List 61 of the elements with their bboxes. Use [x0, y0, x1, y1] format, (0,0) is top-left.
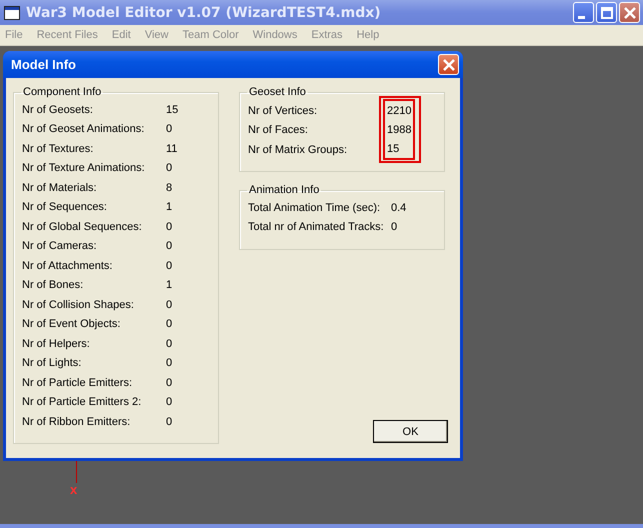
- field-label: Nr of Vertices:: [248, 104, 318, 117]
- minimize-button[interactable]: [573, 2, 594, 23]
- field-value: 0: [166, 376, 172, 389]
- field-value: 1: [166, 201, 172, 214]
- field-value: 0: [166, 357, 172, 370]
- field-value: 15: [166, 104, 178, 116]
- minimize-icon: [578, 16, 584, 18]
- field-label: Nr of Materials:: [22, 182, 98, 194]
- dialog-title: Model Info: [11, 57, 76, 72]
- field-value: 8: [166, 182, 172, 194]
- field-label: Nr of Lights:: [22, 357, 82, 370]
- field-value: 1988: [387, 124, 412, 136]
- field-value: 11: [166, 142, 178, 155]
- field-label: Nr of Helpers:: [22, 338, 91, 350]
- field-value: 0: [166, 240, 172, 252]
- field-label: Nr of Texture Animations:: [22, 162, 146, 174]
- field-label: Total nr of Animated Tracks:: [248, 221, 385, 234]
- field-value: 0: [166, 260, 172, 272]
- group-title: Animation Info: [248, 184, 320, 196]
- close-icon: [624, 6, 636, 18]
- axis-label: x: [70, 483, 78, 497]
- maximize-button[interactable]: [596, 2, 617, 23]
- field-value: 0: [391, 221, 398, 234]
- field-label: Nr of Attachments:: [22, 260, 114, 272]
- field-label: Nr of Sequences:: [22, 201, 108, 214]
- field-label: Nr of Geosets:: [22, 104, 94, 116]
- field-value: 0: [166, 318, 172, 330]
- field-label: Nr of Event Objects:: [22, 318, 122, 330]
- window-title: War3 Model Editor v1.07 (WizardTEST4.mdx): [26, 4, 381, 20]
- close-button[interactable]: [438, 54, 459, 75]
- field-value: 2210: [387, 104, 412, 116]
- group-title: Geoset Info: [248, 86, 307, 98]
- window-icon: [4, 6, 20, 20]
- field-value: 0: [166, 123, 172, 136]
- field-label: Nr of Cameras:: [22, 240, 98, 252]
- field-value: 0: [166, 416, 172, 428]
- field-label: Nr of Ribbon Emitters:: [22, 416, 132, 428]
- field-label: Nr of Global Sequences:: [22, 220, 143, 233]
- field-label: Nr of Particle Emitters 2:: [22, 396, 142, 408]
- field-label: Nr of Faces:: [248, 124, 309, 136]
- field-value: 0: [166, 338, 172, 350]
- group-title: Component Info: [22, 86, 102, 98]
- field-value: 15: [387, 142, 400, 154]
- field-value: 0: [166, 298, 172, 311]
- field-value: 0: [166, 396, 172, 408]
- close-icon: [442, 58, 454, 70]
- field-value: 0: [166, 220, 172, 233]
- field-value: 0.4: [391, 202, 406, 214]
- close-button[interactable]: [619, 2, 640, 23]
- field-value: 0: [166, 162, 172, 174]
- axis-line: [76, 461, 78, 483]
- field-value: 1: [166, 279, 172, 292]
- field-label: Nr of Particle Emitters:: [22, 376, 134, 389]
- field-label: Nr of Matrix Groups:: [248, 144, 348, 156]
- field-label: Nr of Collision Shapes:: [22, 298, 135, 311]
- field-label: Nr of Textures:: [22, 142, 94, 155]
- maximize-icon: [600, 6, 612, 18]
- ok-button[interactable]: OK: [373, 420, 448, 443]
- field-label: Total Animation Time (sec):: [248, 202, 382, 214]
- field-label: Nr of Geoset Animations:: [22, 123, 146, 136]
- field-label: Nr of Bones:: [22, 279, 84, 292]
